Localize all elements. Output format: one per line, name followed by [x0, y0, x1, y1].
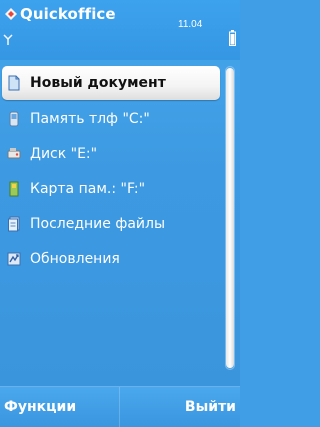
list-item-updates[interactable]: Обновления	[2, 242, 220, 276]
signal-antenna-icon	[3, 34, 13, 45]
scrollbar-thumb[interactable]	[226, 68, 234, 368]
list-item-label: Карта пам.: "F:"	[30, 181, 146, 197]
list-item-label: Диск "E:"	[30, 146, 98, 162]
options-softkey[interactable]: Функции	[0, 387, 120, 427]
phone-memory-icon	[9, 111, 19, 127]
updates-icon	[7, 252, 21, 266]
options-softkey-label: Функции	[4, 399, 77, 415]
list-item-memory-card[interactable]: Карта пам.: "F:"	[2, 172, 220, 206]
list-item-label: Последние файлы	[30, 216, 165, 232]
screen: Quickoffice 11.04 Новый документ Память …	[0, 0, 240, 427]
list-item-phone-memory[interactable]: Память тлф "C:"	[2, 102, 220, 136]
softkey-bar: Функции Выйти	[0, 386, 240, 427]
drive-icon	[7, 148, 21, 159]
battery-icon	[229, 30, 236, 46]
list-item-label: Новый документ	[30, 75, 166, 91]
recent-files-icon	[8, 216, 20, 232]
app-title: Quickoffice	[20, 5, 116, 23]
exit-softkey-label: Выйти	[184, 399, 236, 415]
new-document-icon	[8, 75, 20, 91]
clock: 11.04	[178, 19, 203, 30]
title-bar: Quickoffice 11.04	[0, 0, 240, 60]
list-item-recent-files[interactable]: Последние файлы	[2, 207, 220, 241]
quickoffice-logo-icon	[5, 8, 17, 20]
list-item-new-document[interactable]: Новый документ	[2, 66, 220, 100]
list-item-label: Обновления	[30, 251, 120, 267]
memory-card-icon	[9, 181, 19, 197]
exit-softkey[interactable]: Выйти	[120, 387, 240, 427]
list-item-drive-e[interactable]: Диск "E:"	[2, 137, 220, 171]
list-item-label: Память тлф "C:"	[30, 111, 150, 127]
